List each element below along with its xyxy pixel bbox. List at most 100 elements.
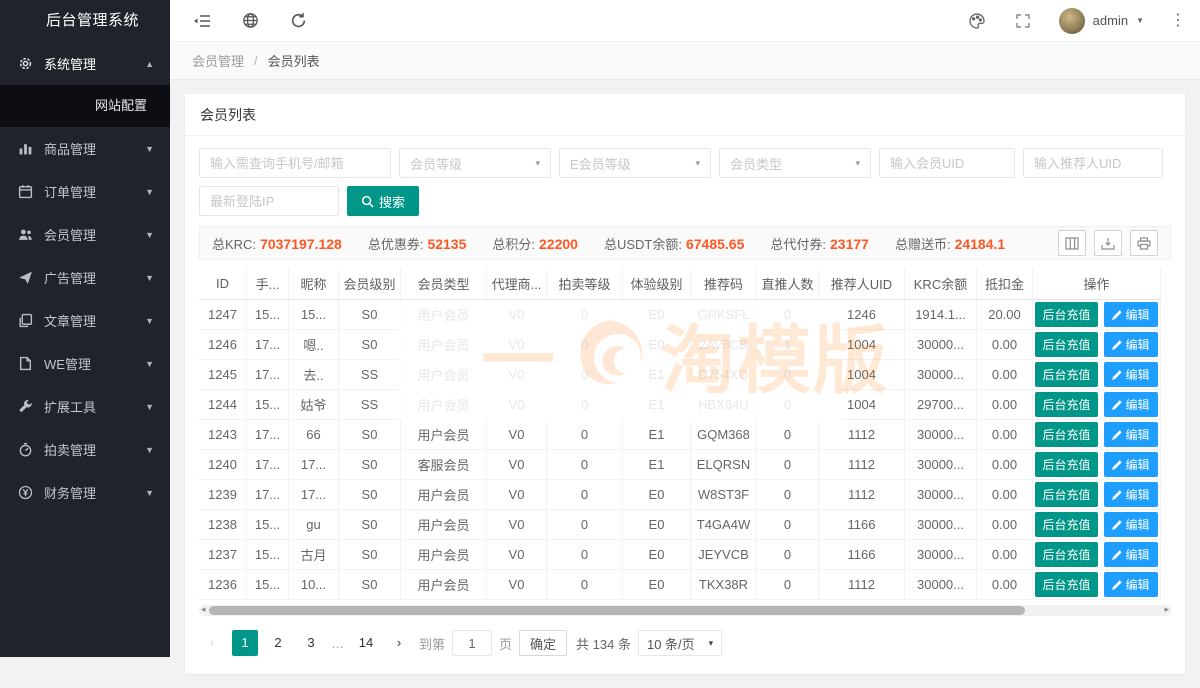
table-cell: 0 [547, 510, 623, 540]
table-cell: SS [339, 360, 401, 390]
member-level-select[interactable]: 会员等级 ▾ [399, 148, 551, 178]
website-globe-icon[interactable] [240, 11, 260, 31]
fullscreen-icon[interactable] [1013, 11, 1033, 31]
table-cell: V0 [487, 510, 547, 540]
table-cell: 用户会员 [401, 420, 487, 450]
table-cell: 1004 [819, 360, 905, 390]
sidebar-item-site-config[interactable]: 网站配置 [0, 85, 170, 127]
toggle-columns-button[interactable] [1058, 230, 1086, 256]
sidebar-item-orders[interactable]: 订单管理 ▼ [0, 170, 170, 213]
page-button[interactable]: 14 [353, 630, 379, 656]
page-button[interactable]: 3 [298, 630, 324, 656]
table-cell: 0 [547, 390, 623, 420]
table-cell: 1244 [199, 390, 247, 420]
table-cell: E0 [623, 330, 691, 360]
edit-button[interactable]: 编辑 [1104, 302, 1158, 327]
table-cell: 0.00 [977, 420, 1033, 450]
scroll-right-icon[interactable]: ▸ [1164, 604, 1169, 615]
table-cell: E1 [623, 390, 691, 420]
collapse-menu-icon[interactable] [192, 11, 212, 31]
user-menu[interactable]: admin ▼ [1059, 8, 1144, 34]
filter-area: 会员等级 ▾ E会员等级 ▾ 会员类型 ▾ [185, 136, 1185, 216]
print-button[interactable] [1130, 230, 1158, 256]
page-button[interactable]: 2 [265, 630, 291, 656]
prev-page-icon[interactable]: ‹ [199, 630, 225, 656]
pencil-icon [1112, 460, 1122, 470]
edit-button[interactable]: 编辑 [1104, 362, 1158, 387]
recharge-button[interactable]: 后台充值 [1035, 452, 1097, 477]
scroll-left-icon[interactable]: ◂ [201, 604, 206, 615]
table-cell: 用户会员 [401, 360, 487, 390]
edit-button[interactable]: 编辑 [1104, 542, 1158, 567]
sidebar-item-articles[interactable]: 文章管理 ▼ [0, 299, 170, 342]
edit-button[interactable]: 编辑 [1104, 332, 1158, 357]
stat-item: 总赠送币:24184.1 [895, 234, 1005, 253]
sidebar-item-ads[interactable]: 广告管理 ▼ [0, 256, 170, 299]
table-cell: 0.00 [977, 360, 1033, 390]
goto-page-input[interactable] [452, 630, 492, 656]
edit-button[interactable]: 编辑 [1104, 422, 1158, 447]
horizontal-scrollbar[interactable]: ◂ ▸ [199, 605, 1171, 616]
table-cell: S0 [339, 330, 401, 360]
member-list-card: 会员列表 会员等级 ▾ E会员等级 ▾ 会员类型 ▾ [185, 94, 1185, 674]
edit-button[interactable]: 编辑 [1104, 452, 1158, 477]
recharge-button[interactable]: 后台充值 [1035, 302, 1097, 327]
referrer-uid-input[interactable] [1023, 148, 1163, 178]
sidebar-item-products[interactable]: 商品管理 ▼ [0, 127, 170, 170]
table-cell: 1238 [199, 510, 247, 540]
e-member-level-select[interactable]: E会员等级 ▾ [559, 148, 711, 178]
edit-button[interactable]: 编辑 [1104, 512, 1158, 537]
recharge-button[interactable]: 后台充值 [1035, 482, 1097, 507]
theme-palette-icon[interactable] [967, 11, 987, 31]
table-cell: 0.00 [977, 390, 1033, 420]
recharge-button[interactable]: 后台充值 [1035, 542, 1097, 567]
member-type-select[interactable]: 会员类型 ▾ [719, 148, 871, 178]
recharge-button[interactable]: 后台充值 [1035, 422, 1097, 447]
recharge-button[interactable]: 后台充值 [1035, 332, 1097, 357]
edit-button[interactable]: 编辑 [1104, 392, 1158, 417]
pencil-icon [1112, 580, 1122, 590]
table-cell: 去.. [289, 360, 339, 390]
edit-button[interactable]: 编辑 [1104, 572, 1158, 597]
sidebar-item-label: 广告管理 [44, 268, 96, 287]
table-cell: 30000... [905, 510, 977, 540]
table-cell: T4GA4W [691, 510, 757, 540]
recharge-button[interactable]: 后台充值 [1035, 512, 1097, 537]
table-cell: 0 [547, 450, 623, 480]
calendar-icon [18, 184, 33, 199]
more-options-icon[interactable]: ⋮ [1170, 13, 1186, 29]
scrollbar-thumb[interactable] [209, 606, 1025, 615]
breadcrumb-parent[interactable]: 会员管理 [192, 51, 244, 70]
chevron-down-icon: ▼ [145, 402, 154, 412]
table-cell: 30000... [905, 570, 977, 600]
table-cell: V0 [487, 390, 547, 420]
table-cell: 1112 [819, 450, 905, 480]
recharge-button[interactable]: 后台充值 [1035, 392, 1097, 417]
table-row: 124617...嗯..S0用户会员V00E02AV8CB1100430000.… [199, 330, 1171, 360]
recharge-button[interactable]: 后台充值 [1035, 362, 1097, 387]
sidebar-item-finance[interactable]: 财务管理 ▼ [0, 471, 170, 514]
edit-button[interactable]: 编辑 [1104, 482, 1158, 507]
pencil-icon [1112, 490, 1122, 500]
table-cell: 1247 [199, 300, 247, 330]
sidebar-item-system[interactable]: 系统管理 ▲ [0, 42, 170, 85]
sidebar-item-we[interactable]: WE管理 ▼ [0, 342, 170, 385]
table-cell: 30000... [905, 330, 977, 360]
export-button[interactable] [1094, 230, 1122, 256]
sidebar-item-members[interactable]: 会员管理 ▼ [0, 213, 170, 256]
table-cell: 1004 [819, 330, 905, 360]
recharge-button[interactable]: 后台充值 [1035, 572, 1097, 597]
next-page-icon[interactable]: › [386, 630, 412, 656]
confirm-button[interactable]: 确定 [519, 630, 567, 656]
search-button[interactable]: 搜索 [347, 186, 419, 216]
sidebar-item-tools[interactable]: 扩展工具 ▼ [0, 385, 170, 428]
refresh-icon[interactable] [288, 11, 308, 31]
member-uid-input[interactable] [879, 148, 1015, 178]
page-size-select[interactable]: 10 条/页 ▾ [638, 630, 722, 656]
page-button[interactable]: 1 [232, 630, 258, 656]
phone-email-input[interactable] [199, 148, 391, 178]
table-cell: 0 [757, 450, 819, 480]
latest-ip-input[interactable] [199, 186, 339, 216]
actions-cell: 后台充值编辑 [1033, 540, 1161, 570]
sidebar-item-auction[interactable]: 拍卖管理 ▼ [0, 428, 170, 471]
